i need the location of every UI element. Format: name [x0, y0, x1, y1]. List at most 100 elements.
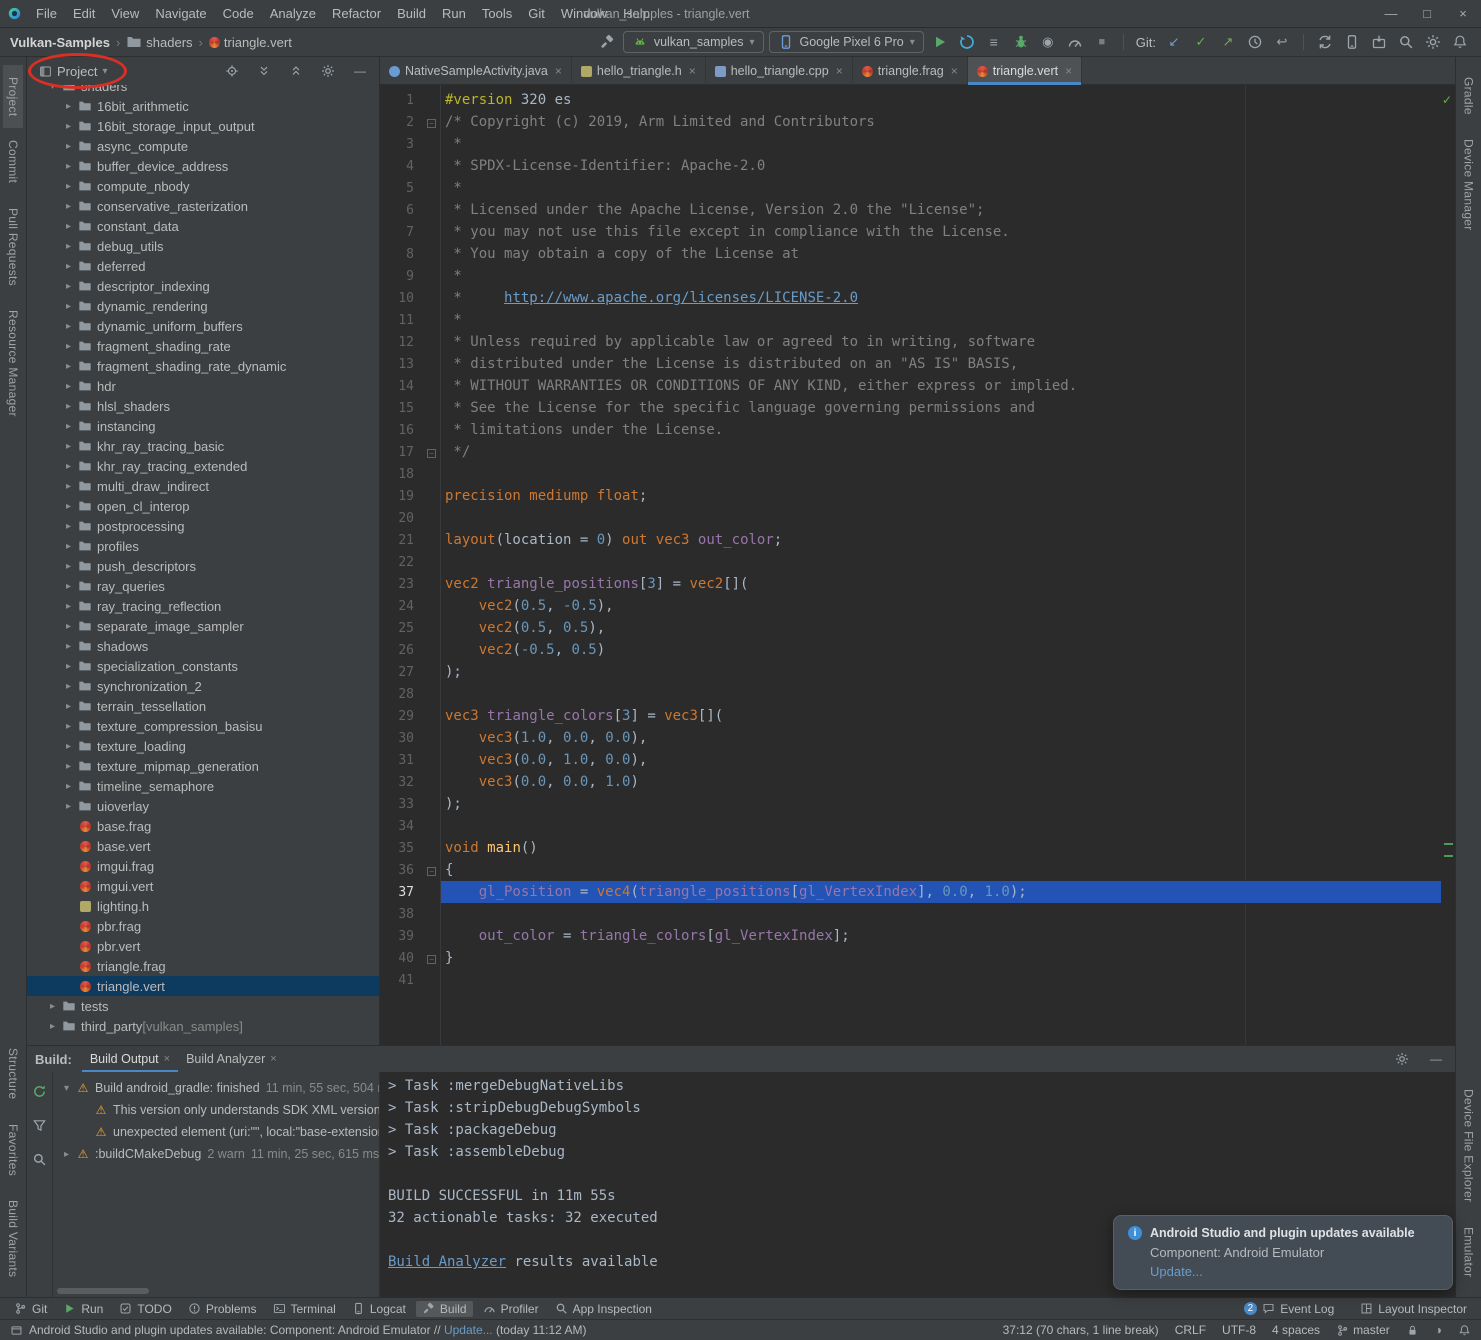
lock-icon[interactable]: [1406, 1324, 1419, 1337]
code-line-24[interactable]: vec2(0.5, -0.5),: [441, 595, 1441, 617]
code-line-3[interactable]: *: [441, 133, 1441, 155]
tool-stripe-device-file-explorer[interactable]: Device File Explorer: [1459, 1077, 1479, 1214]
menu-view[interactable]: View: [103, 3, 147, 24]
editor-tab-nativesampleactivity-java[interactable]: NativeSampleActivity.java×: [380, 57, 572, 85]
rerun-build-icon[interactable]: [29, 1080, 51, 1102]
tree-item-16bit-storage-input-output[interactable]: ▸16bit_storage_input_output: [27, 116, 379, 136]
build-tree-hscrollbar[interactable]: [57, 1288, 149, 1294]
fold-collapse-icon[interactable]: −: [427, 119, 436, 128]
tree-item-dynamic-rendering[interactable]: ▸dynamic_rendering: [27, 296, 379, 316]
build-tree-item-this-version-only-understands-sdk-xml-versions[interactable]: ⚠This version only understands SDK XML v…: [53, 1099, 379, 1121]
code-line-27[interactable]: );: [441, 661, 1441, 683]
menu-refactor[interactable]: Refactor: [324, 3, 389, 24]
tree-item-constant-data[interactable]: ▸constant_data: [27, 216, 379, 236]
tree-item-push-descriptors[interactable]: ▸push_descriptors: [27, 556, 379, 576]
tab-close-icon[interactable]: ×: [270, 1053, 276, 1065]
code-line-17[interactable]: */: [441, 441, 1441, 463]
editor-tab-triangle-vert[interactable]: triangle.vert×: [968, 57, 1082, 85]
menu-git[interactable]: Git: [520, 3, 553, 24]
code-line-7[interactable]: * you may not use this file except in co…: [441, 221, 1441, 243]
tool-stripe-pull-requests[interactable]: Pull Requests: [3, 196, 23, 298]
tool-stripe-build-variants[interactable]: Build Variants: [3, 1188, 23, 1289]
filter-icon[interactable]: [29, 1114, 51, 1136]
update-project-icon[interactable]: ↙: [1163, 31, 1185, 53]
build-tree-panel[interactable]: ▾⚠Build android_gradle: finished11 min, …: [53, 1072, 380, 1297]
coverage-icon[interactable]: ◉: [1037, 31, 1059, 53]
code-line-35[interactable]: void main(): [441, 837, 1441, 859]
sdk-manager-icon[interactable]: [1368, 31, 1390, 53]
code-line-19[interactable]: precision mediump float;: [441, 485, 1441, 507]
profile-app-icon[interactable]: ≡: [983, 31, 1005, 53]
code-line-5[interactable]: *: [441, 177, 1441, 199]
code-line-28[interactable]: [441, 683, 1441, 705]
toolwindow-profiler[interactable]: Profiler: [477, 1301, 545, 1317]
tool-stripe-gradle[interactable]: Gradle: [1459, 65, 1479, 127]
history-icon[interactable]: [1244, 31, 1266, 53]
code-line-38[interactable]: [441, 903, 1441, 925]
tree-item-shadows[interactable]: ▸shadows: [27, 636, 379, 656]
locate-file-icon[interactable]: [221, 60, 243, 82]
code-line-39[interactable]: out_color = triangle_colors[gl_VertexInd…: [441, 925, 1441, 947]
toolwindow-git[interactable]: Git: [8, 1301, 53, 1317]
code-line-1[interactable]: #version 320 es: [441, 89, 1441, 111]
tree-item-base-frag[interactable]: base.frag: [27, 816, 379, 836]
editor-body[interactable]: 12−34567891011121314151617−1819202122232…: [380, 85, 1455, 1045]
settings-icon[interactable]: [1422, 31, 1444, 53]
tree-item-base-vert[interactable]: base.vert: [27, 836, 379, 856]
tool-stripe-emulator[interactable]: Emulator: [1459, 1215, 1479, 1289]
project-tree-scroll[interactable]: ▾shaders▸16bit_arithmetic▸16bit_storage_…: [27, 85, 379, 1045]
tree-item-ray-tracing-reflection[interactable]: ▸ray_tracing_reflection: [27, 596, 379, 616]
tree-item-fragment-shading-rate-dynamic[interactable]: ▸fragment_shading_rate_dynamic: [27, 356, 379, 376]
stop-icon[interactable]: ■: [1091, 31, 1113, 53]
find-icon[interactable]: [29, 1148, 51, 1170]
tree-item-imgui-vert[interactable]: imgui.vert: [27, 876, 379, 896]
menu-run[interactable]: Run: [434, 3, 474, 24]
code-line-22[interactable]: [441, 551, 1441, 573]
tree-item-profiles[interactable]: ▸profiles: [27, 536, 379, 556]
breadcrumb-item-vulkan-samples[interactable]: Vulkan-Samples: [10, 35, 110, 50]
code-line-41[interactable]: [441, 969, 1441, 991]
tree-item-multi-draw-indirect[interactable]: ▸multi_draw_indirect: [27, 476, 379, 496]
code-line-23[interactable]: vec2 triangle_positions[3] = vec2[](: [441, 573, 1441, 595]
tool-stripe-commit[interactable]: Commit: [3, 128, 23, 195]
tree-item-pbr-vert[interactable]: pbr.vert: [27, 936, 379, 956]
build-tab-build-output[interactable]: Build Output×: [82, 1046, 178, 1072]
device-selector[interactable]: Google Pixel 6 Pro▾: [769, 31, 924, 53]
tree-item-texture-compression-basisu[interactable]: ▸texture_compression_basisu: [27, 716, 379, 736]
code-line-4[interactable]: * SPDX-License-Identifier: Apache-2.0: [441, 155, 1441, 177]
tree-item-specialization-constants[interactable]: ▸specialization_constants: [27, 656, 379, 676]
code-line-12[interactable]: * Unless required by applicable law or a…: [441, 331, 1441, 353]
line-ending-indicator[interactable]: CRLF: [1175, 1323, 1206, 1337]
expand-all-icon[interactable]: [253, 60, 275, 82]
toolwindow-app-inspection[interactable]: App Inspection: [549, 1301, 658, 1317]
hide-panel-icon[interactable]: —: [1425, 1048, 1447, 1070]
tool-stripe-favorites[interactable]: Favorites: [3, 1112, 23, 1188]
code-line-25[interactable]: vec2(0.5, 0.5),: [441, 617, 1441, 639]
breadcrumb-item-triangle-vert[interactable]: triangle.vert: [209, 35, 292, 50]
search-icon[interactable]: [1395, 31, 1417, 53]
code-link[interactable]: http://www.apache.org/licenses/LICENSE-2…: [504, 290, 858, 306]
highlight-level-icon[interactable]: ◑: [1435, 1323, 1442, 1337]
inspection-ok-icon[interactable]: ✓: [1442, 93, 1452, 107]
build-hammer-icon[interactable]: [596, 31, 618, 53]
tree-item-uioverlay[interactable]: ▸uioverlay: [27, 796, 379, 816]
menu-tools[interactable]: Tools: [474, 3, 520, 24]
tree-item-buffer-device-address[interactable]: ▸buffer_device_address: [27, 156, 379, 176]
toolwindow-problems[interactable]: Problems: [182, 1301, 263, 1317]
code-line-29[interactable]: vec3 triangle_colors[3] = vec3[](: [441, 705, 1441, 727]
run-icon[interactable]: [929, 31, 951, 53]
fold-collapse-icon[interactable]: −: [427, 867, 436, 876]
toolwindow-event-log[interactable]: 2Event Log: [1238, 1301, 1341, 1317]
code-line-32[interactable]: vec3(0.0, 0.0, 1.0): [441, 771, 1441, 793]
tool-stripe-structure[interactable]: Structure: [3, 1036, 23, 1111]
code-line-13[interactable]: * distributed under the License is distr…: [441, 353, 1441, 375]
debug-icon[interactable]: [1010, 31, 1032, 53]
push-icon[interactable]: ↗: [1217, 31, 1239, 53]
apply-changes-icon[interactable]: [956, 31, 978, 53]
tree-item-deferred[interactable]: ▸deferred: [27, 256, 379, 276]
tree-item-conservative-rasterization[interactable]: ▸conservative_rasterization: [27, 196, 379, 216]
toolwindow-run[interactable]: Run: [57, 1301, 109, 1317]
build-tab-build-analyzer[interactable]: Build Analyzer×: [178, 1046, 285, 1072]
tree-item-compute-nbody[interactable]: ▸compute_nbody: [27, 176, 379, 196]
tree-item-texture-mipmap-generation[interactable]: ▸texture_mipmap_generation: [27, 756, 379, 776]
